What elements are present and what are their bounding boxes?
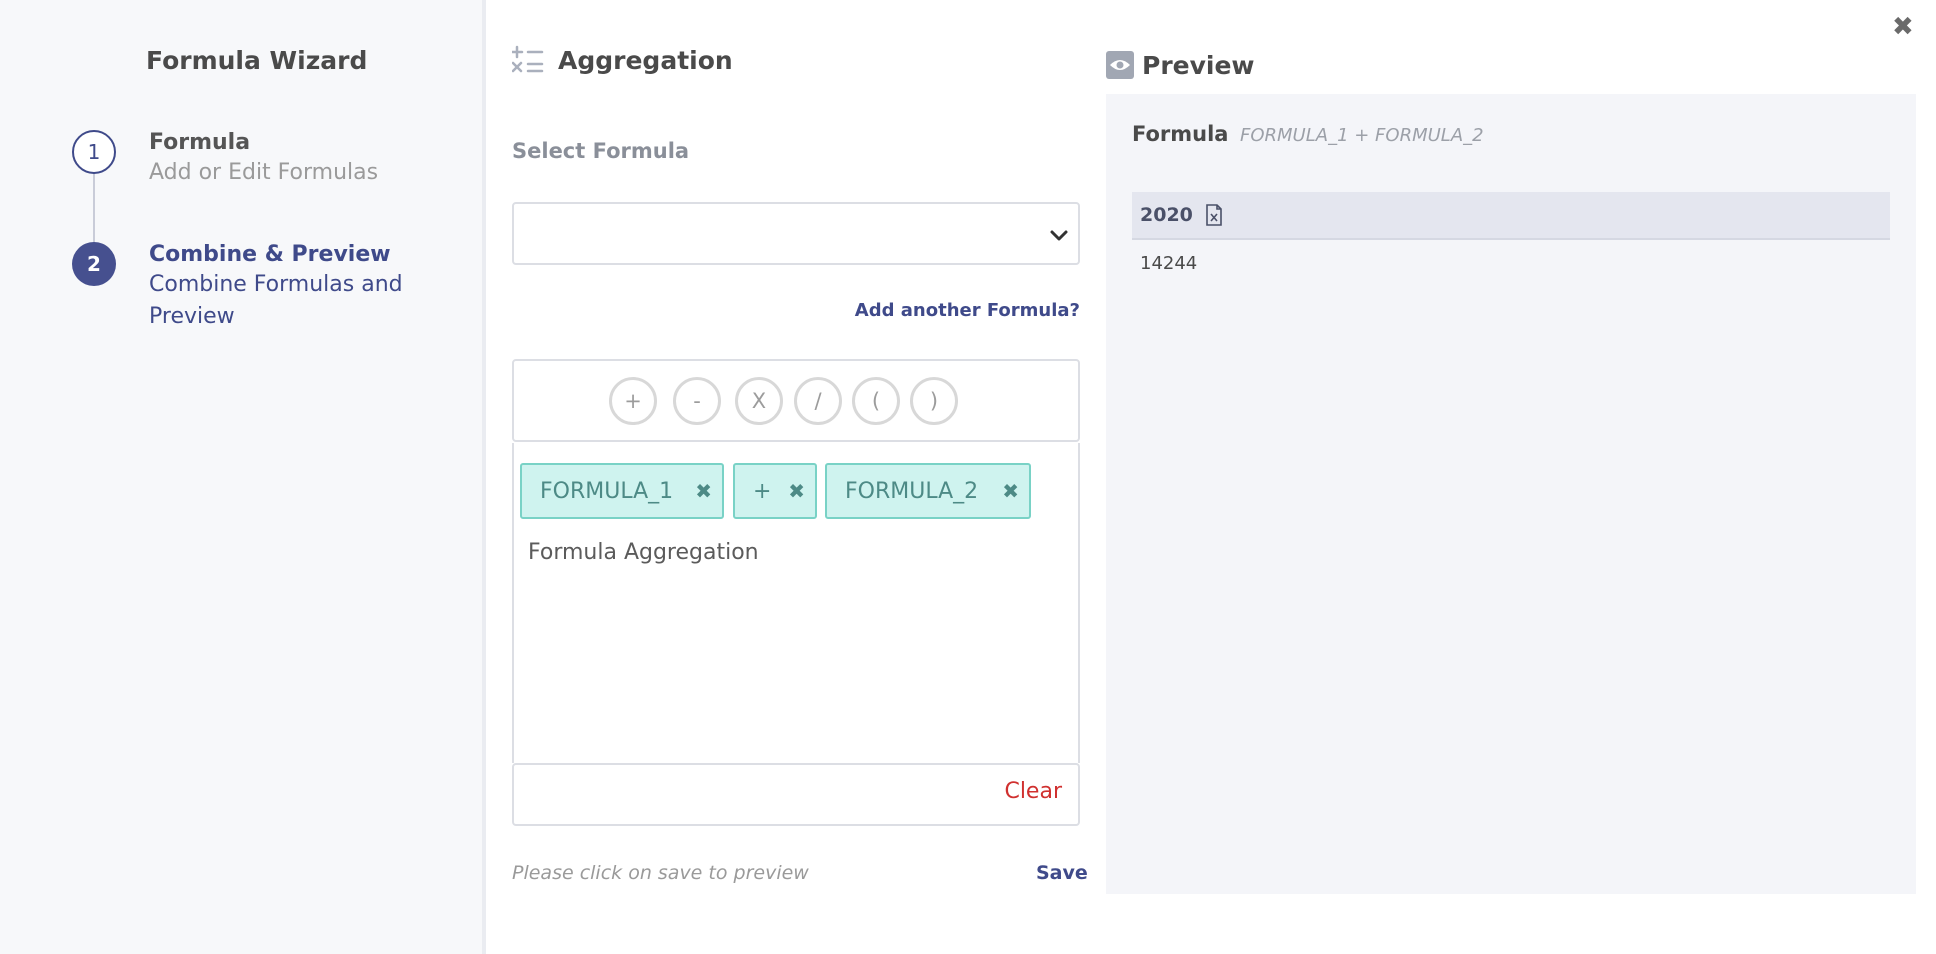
operator-minus-button[interactable]: - [673,377,721,425]
remove-token-icon[interactable]: ✖ [695,481,712,501]
eye-icon [1106,51,1134,79]
preview-panel: Formula FORMULA_1 + FORMULA_2 2020 14244 [1106,94,1916,894]
excel-file-icon[interactable] [1205,204,1223,226]
formula-operators-icon [510,44,544,76]
operator-close-paren-button[interactable]: ) [910,377,958,425]
remove-token-icon[interactable]: ✖ [788,481,805,501]
clear-bar: Clear [512,763,1080,826]
step-1-subtitle: Add or Edit Formulas [149,160,379,185]
token-label: FORMULA_1 [540,478,674,504]
remove-token-icon[interactable]: ✖ [1002,481,1019,501]
token-label: + [753,478,772,504]
expression-name: Formula Aggregation [528,540,759,565]
token-chip[interactable]: + ✖ [733,463,817,519]
wizard-title: Formula Wizard [146,46,368,75]
token-chip[interactable]: FORMULA_1 ✖ [520,463,724,519]
preview-table: 2020 14244 [1132,192,1890,286]
step-2-number[interactable]: 2 [72,242,116,286]
table-cell: 14244 [1140,252,1198,274]
step-1-number[interactable]: 1 [72,130,116,174]
preview-formula-label: Formula [1132,122,1229,146]
operator-multiply-button[interactable]: X [735,377,783,425]
clear-button[interactable]: Clear [1004,779,1062,804]
operator-toolbar: + - X / ( ) [512,359,1080,442]
close-icon[interactable]: ✖ [1892,12,1914,42]
wizard-sidebar: Formula Wizard 1 Formula Add or Edit For… [0,0,486,954]
chevron-down-icon [1048,224,1070,246]
table-header-year: 2020 [1140,204,1193,226]
step-2-title: Combine & Preview [149,242,391,267]
step-connector [93,172,95,246]
operator-divide-button[interactable]: / [794,377,842,425]
preview-title: Preview [1142,51,1255,80]
select-formula-dropdown[interactable] [512,202,1080,265]
step-2[interactable]: Combine & Preview Combine Formulas and P… [149,242,449,333]
add-another-formula-link[interactable]: Add another Formula? [855,300,1080,321]
table-header: 2020 [1132,192,1890,240]
save-hint: Please click on save to preview [512,862,809,884]
save-button[interactable]: Save [1036,862,1088,884]
preview-formula-expression: FORMULA_1 + FORMULA_2 [1240,125,1484,146]
step-1[interactable]: Formula Add or Edit Formulas [149,130,449,189]
expression-editor[interactable]: FORMULA_1 ✖ + ✖ FORMULA_2 ✖ Formula Aggr… [512,443,1080,763]
step-1-title: Formula [149,130,251,155]
operator-plus-button[interactable]: + [609,377,657,425]
token-chip[interactable]: FORMULA_2 ✖ [825,463,1031,519]
token-label: FORMULA_2 [845,478,979,504]
operator-open-paren-button[interactable]: ( [852,377,900,425]
select-formula-label: Select Formula [512,139,690,163]
step-2-subtitle: Combine Formulas and Preview [149,272,403,329]
aggregation-title: Aggregation [558,46,733,75]
